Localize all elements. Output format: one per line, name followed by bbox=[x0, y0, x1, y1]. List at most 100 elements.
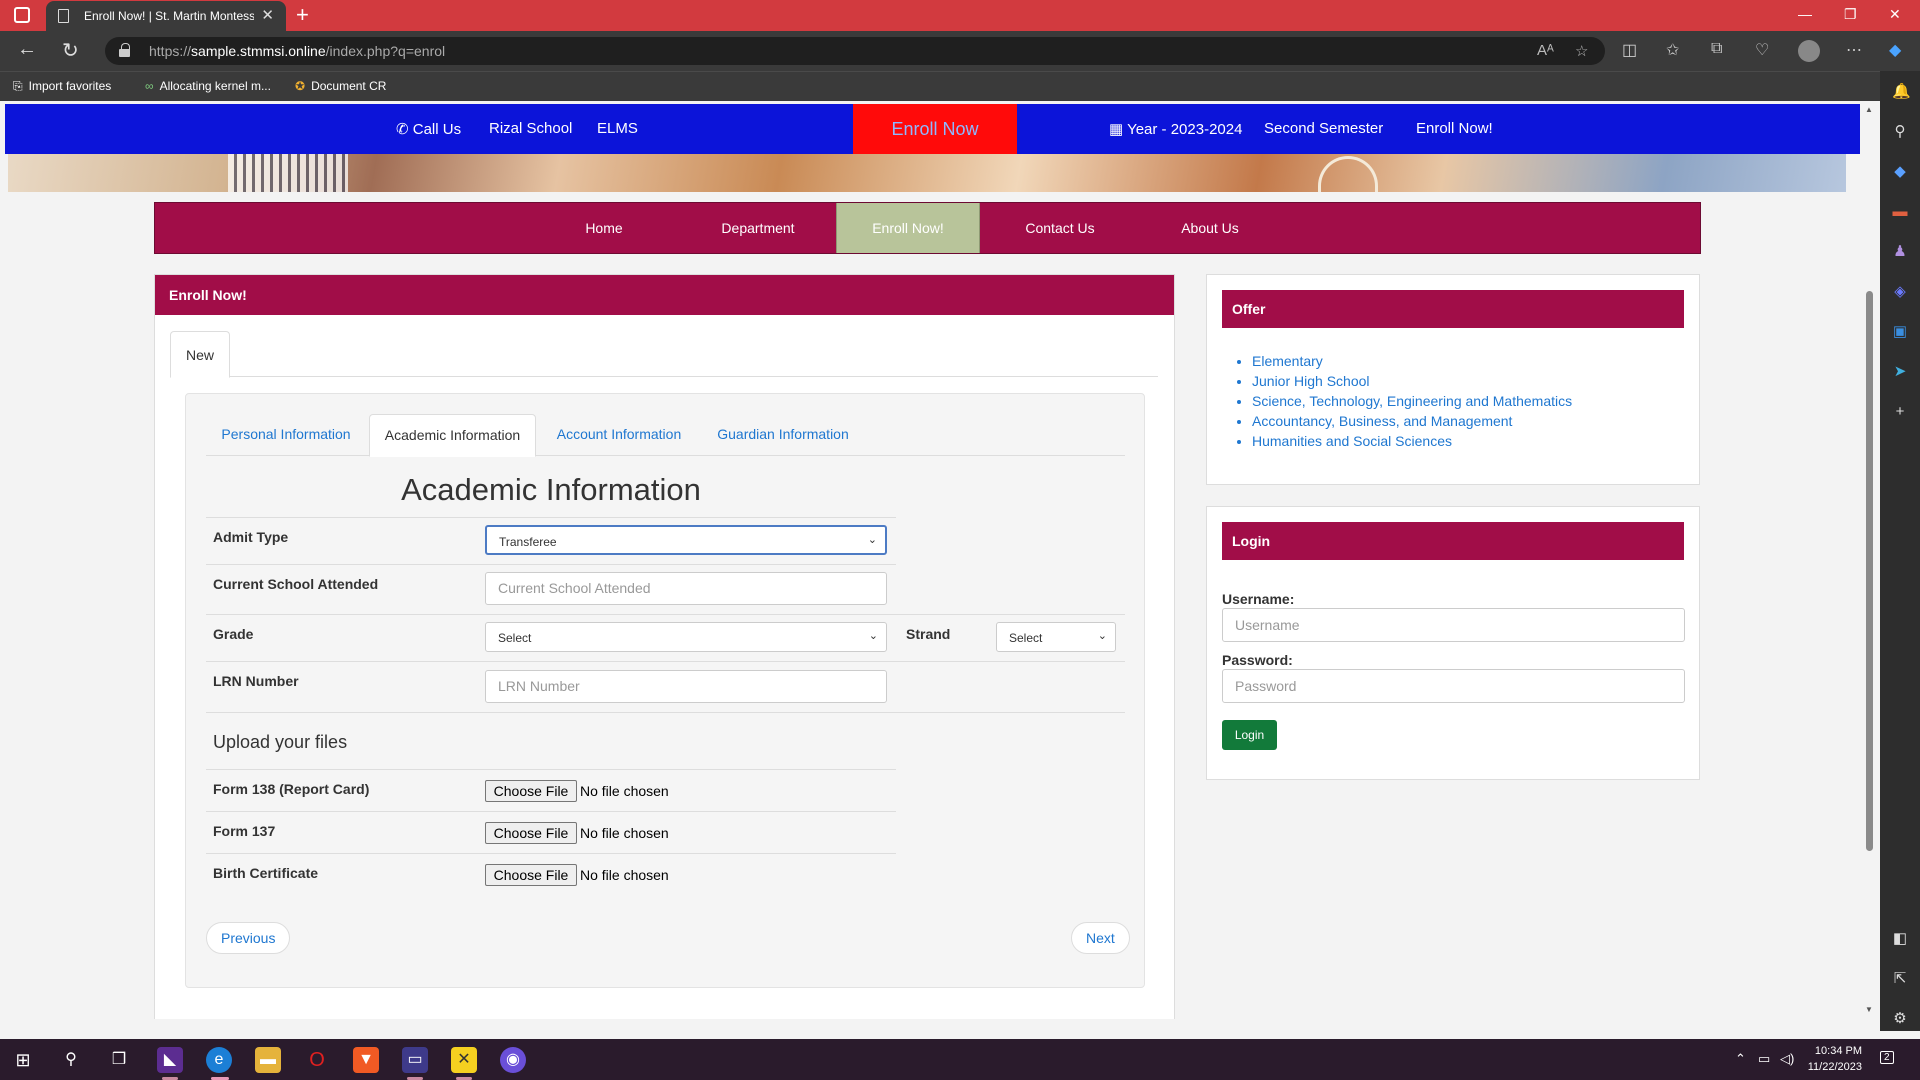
enroll-now-link[interactable]: Enroll Now! bbox=[1416, 120, 1493, 137]
tab-actions-icon[interactable] bbox=[14, 7, 30, 23]
shopping-icon[interactable]: ◆ bbox=[1892, 164, 1908, 180]
restore-icon[interactable]: ❐ bbox=[1844, 6, 1857, 23]
xampp-icon[interactable]: ✕ bbox=[451, 1047, 477, 1073]
taskbar-search-icon[interactable]: ⚲ bbox=[58, 1047, 84, 1073]
menu-enroll-now[interactable]: Enroll Now! bbox=[836, 203, 980, 253]
tab-account-information[interactable]: Account Information bbox=[540, 414, 698, 456]
send-icon[interactable]: ➤ bbox=[1892, 364, 1908, 380]
terminal-app-icon[interactable]: ▭ bbox=[402, 1047, 428, 1073]
login-button[interactable]: Login bbox=[1222, 720, 1277, 750]
menu-about-us[interactable]: About Us bbox=[1140, 203, 1280, 253]
vertical-scrollbar[interactable]: ▲ ▼ bbox=[1860, 101, 1880, 1019]
offer-stem-link[interactable]: Science, Technology, Engineering and Mat… bbox=[1252, 391, 1572, 411]
refresh-icon[interactable]: ↻ bbox=[62, 38, 79, 63]
scroll-up-icon[interactable]: ▲ bbox=[1865, 105, 1873, 114]
close-tab-icon[interactable]: ✕ bbox=[261, 6, 274, 24]
form138-choose-file-button[interactable]: Choose File bbox=[485, 780, 577, 802]
scroll-down-icon[interactable]: ▼ bbox=[1865, 1005, 1873, 1014]
grade-select[interactable]: Select ⌄ bbox=[485, 622, 887, 652]
minimize-icon[interactable]: — bbox=[1798, 6, 1812, 22]
outlook-icon[interactable]: ▣ bbox=[1892, 324, 1908, 340]
office-icon[interactable]: ◈ bbox=[1892, 284, 1908, 300]
tab-personal-information[interactable]: Personal Information bbox=[206, 414, 366, 456]
close-window-icon[interactable]: ✕ bbox=[1889, 6, 1901, 23]
read-aloud-icon[interactable]: Aᴬ bbox=[1537, 42, 1554, 59]
favorite-document-cr[interactable]: ✪ Document CR bbox=[295, 79, 386, 93]
network-icon[interactable]: ▭ bbox=[1758, 1051, 1770, 1067]
split-screen-icon[interactable]: ◫ bbox=[1622, 40, 1637, 60]
offer-abm-link[interactable]: Accountancy, Business, and Management bbox=[1252, 411, 1572, 431]
clock-time[interactable]: 10:34 PM bbox=[1806, 1045, 1862, 1057]
add-icon[interactable]: + bbox=[1892, 404, 1908, 420]
open-external-icon[interactable]: ⇱ bbox=[1892, 971, 1908, 987]
rizal-school-link[interactable]: Rizal School bbox=[489, 120, 572, 137]
favorite-star-icon[interactable]: ☆ bbox=[1575, 42, 1588, 60]
menu-home[interactable]: Home bbox=[544, 203, 664, 253]
menu-contact-us[interactable]: Contact Us bbox=[990, 203, 1130, 253]
current-school-input[interactable]: Current School Attended bbox=[485, 572, 887, 605]
strand-select[interactable]: Select ⌄ bbox=[996, 622, 1116, 652]
visual-studio-icon[interactable]: ◣ bbox=[157, 1047, 183, 1073]
file-explorer-icon[interactable]: ▬ bbox=[255, 1047, 281, 1073]
tab-guardian-information[interactable]: Guardian Information bbox=[703, 414, 863, 456]
offer-humss-link[interactable]: Humanities and Social Sciences bbox=[1252, 431, 1572, 451]
lrn-input[interactable]: LRN Number bbox=[485, 670, 887, 703]
birth-certificate-file-status: No file chosen bbox=[580, 867, 669, 883]
opera-icon[interactable]: O bbox=[304, 1047, 330, 1073]
divider bbox=[206, 712, 1125, 713]
previous-button[interactable]: Previous bbox=[206, 922, 291, 954]
birth-certificate-choose-file-button[interactable]: Choose File bbox=[485, 864, 577, 886]
brave-icon[interactable]: ▼ bbox=[353, 1047, 379, 1073]
form138-file-status: No file chosen bbox=[580, 783, 669, 799]
login-heading: Login bbox=[1222, 522, 1684, 560]
collections-icon[interactable]: ⧉ bbox=[1711, 40, 1722, 58]
windows-start-icon[interactable]: ⊞ bbox=[10, 1047, 36, 1073]
back-icon[interactable]: ← bbox=[17, 38, 37, 61]
clock-date[interactable]: 11/22/2023 bbox=[1800, 1061, 1862, 1073]
tab-academic-information[interactable]: Academic Information bbox=[369, 414, 536, 457]
favorites-icon[interactable]: ✩ bbox=[1666, 40, 1679, 60]
tools-icon[interactable]: ▬ bbox=[1892, 204, 1908, 220]
edge-browser-icon[interactable]: e bbox=[206, 1047, 232, 1073]
tab-new[interactable]: New bbox=[170, 331, 230, 378]
top-navbar: ✆ Call Us Rizal School ELMS Enroll Now ▦… bbox=[5, 104, 1860, 154]
enroll-now-top-button[interactable]: Enroll Now bbox=[853, 104, 1017, 154]
favorite-allocating[interactable]: ∞ Allocating kernel m... bbox=[145, 79, 271, 93]
next-button[interactable]: Next bbox=[1071, 922, 1130, 954]
discord-icon[interactable]: ◉ bbox=[500, 1047, 526, 1073]
lock-icon[interactable] bbox=[119, 43, 130, 57]
sidebar-panel-icon[interactable]: ◧ bbox=[1892, 931, 1908, 947]
volume-icon[interactable]: ◁) bbox=[1780, 1051, 1794, 1067]
task-view-icon[interactable]: ❒ bbox=[106, 1047, 132, 1073]
strand-label: Strand bbox=[906, 626, 951, 642]
form-title: Academic Information bbox=[401, 472, 701, 507]
call-us-link[interactable]: ✆ Call Us bbox=[396, 120, 461, 138]
browser-tab[interactable]: Enroll Now! | St. Martin Montess ✕ bbox=[46, 1, 286, 31]
vertical-scroll-thumb[interactable] bbox=[1866, 291, 1873, 851]
offer-junior-high-link[interactable]: Junior High School bbox=[1252, 371, 1572, 391]
games-icon[interactable]: ♟ bbox=[1892, 244, 1908, 260]
enroll-tabs: New bbox=[170, 331, 1158, 378]
address-bar[interactable]: https://sample.stmmsi.online/index.php?q… bbox=[105, 37, 1605, 65]
notification-center-icon[interactable]: 2 bbox=[1880, 1051, 1894, 1064]
school-banner-image bbox=[8, 154, 1846, 192]
copilot-icon[interactable]: ◆ bbox=[1889, 40, 1901, 60]
semester-link[interactable]: Second Semester bbox=[1264, 120, 1383, 137]
favorite-import[interactable]: ⎘ Import favorites bbox=[13, 79, 111, 94]
browser-essentials-icon[interactable]: ♡ bbox=[1755, 40, 1769, 60]
more-icon[interactable]: ⋯ bbox=[1846, 40, 1862, 60]
notifications-icon[interactable]: 🔔 bbox=[1892, 84, 1911, 100]
username-input[interactable]: Username bbox=[1222, 608, 1685, 642]
form137-choose-file-button[interactable]: Choose File bbox=[485, 822, 577, 844]
url-text[interactable]: https://sample.stmmsi.online/index.php?q… bbox=[149, 43, 445, 59]
search-icon[interactable]: ⚲ bbox=[1892, 124, 1908, 140]
admit-type-select[interactable]: Transferee ⌄ bbox=[485, 525, 887, 555]
password-input[interactable]: Password bbox=[1222, 669, 1685, 703]
new-tab-icon[interactable]: + bbox=[296, 2, 309, 28]
elms-link[interactable]: ELMS bbox=[597, 120, 638, 137]
settings-gear-icon[interactable]: ⚙ bbox=[1892, 1011, 1908, 1027]
offer-elementary-link[interactable]: Elementary bbox=[1252, 351, 1572, 371]
menu-department[interactable]: Department bbox=[687, 203, 829, 253]
profile-avatar[interactable] bbox=[1798, 40, 1820, 62]
show-hidden-icons-icon[interactable]: ⌃ bbox=[1735, 1051, 1746, 1067]
